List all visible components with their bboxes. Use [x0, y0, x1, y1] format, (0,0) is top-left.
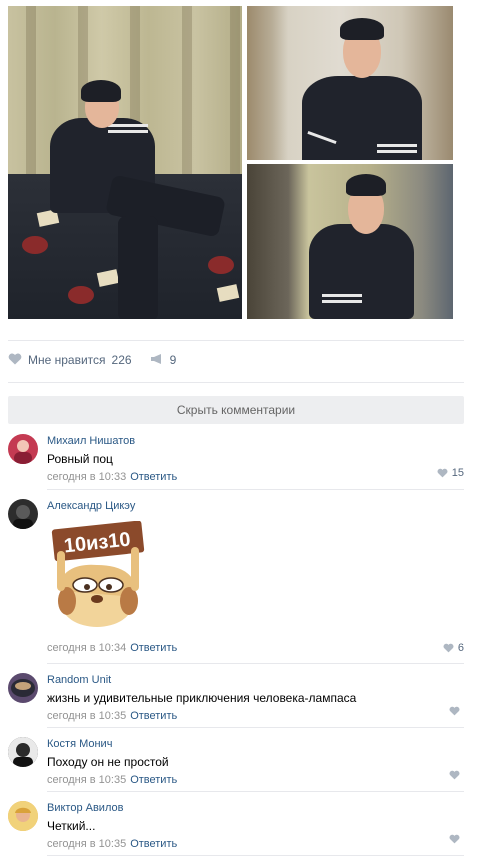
reply-button[interactable]: Ответить	[130, 838, 177, 850]
megaphone-icon	[150, 353, 164, 368]
comment-author[interactable]: Александр Цикэу	[47, 499, 464, 513]
comment-text: Четкий...	[47, 819, 96, 833]
avatar[interactable]	[8, 737, 38, 767]
heart-icon	[449, 834, 460, 844]
comment: Костя Монич Походу он не простой сегодня…	[8, 737, 464, 787]
comment-text: жизнь и удивительные приключения человек…	[47, 691, 357, 705]
comment-time[interactable]: сегодня в 10:35	[47, 838, 126, 850]
comment-like-button[interactable]	[449, 770, 464, 780]
post-photo-1[interactable]	[8, 6, 242, 319]
like-count: 226	[111, 353, 132, 367]
avatar[interactable]	[8, 499, 38, 529]
comment-like-button[interactable]: 6	[443, 642, 464, 654]
comment-like-button[interactable]	[449, 834, 464, 844]
comment-author[interactable]: Виктор Авилов	[47, 801, 464, 815]
comment-author[interactable]: Костя Монич	[47, 737, 464, 751]
repost-button[interactable]: 9	[150, 353, 177, 368]
like-button[interactable]: Мне нравится 226	[8, 353, 132, 368]
heart-icon	[8, 353, 22, 368]
heart-icon	[443, 643, 454, 653]
post-actions: Мне нравится 226 9	[8, 350, 176, 370]
avatar[interactable]	[8, 801, 38, 831]
sticker: 10из10	[47, 520, 149, 627]
comment-time[interactable]: сегодня в 10:34	[47, 642, 126, 654]
comment-like-button[interactable]	[449, 706, 464, 716]
avatar[interactable]	[8, 673, 38, 703]
reply-button[interactable]: Ответить	[130, 642, 177, 654]
reply-button[interactable]: Ответить	[130, 710, 177, 722]
comment-time[interactable]: сегодня в 10:33	[47, 471, 126, 483]
comment: Александр Цикэу 10из10 сегодня в 10:34 От…	[8, 499, 464, 659]
comment-time[interactable]: сегодня в 10:35	[47, 774, 126, 786]
comment-text: Походу он не простой	[47, 755, 169, 769]
repost-count: 9	[169, 353, 177, 367]
hide-comments-button[interactable]: Скрыть комментарии	[8, 396, 464, 424]
reply-button[interactable]: Ответить	[130, 774, 177, 786]
comment-time[interactable]: сегодня в 10:35	[47, 710, 126, 722]
comment-like-count: 15	[451, 467, 464, 479]
comment: Random Unit жизнь и удивительные приключ…	[8, 673, 464, 723]
like-label: Мне нравится	[28, 353, 106, 367]
comment-text: Ровный поц	[47, 452, 113, 466]
reply-button[interactable]: Ответить	[130, 471, 177, 483]
avatar[interactable]	[8, 434, 38, 464]
post-photo-2[interactable]	[247, 6, 453, 160]
comment: Виктор Авилов Четкий... сегодня в 10:35 О…	[8, 801, 464, 851]
comment-like-button[interactable]: 15	[437, 467, 464, 479]
comment: Михаил Нишатов Ровный поц сегодня в 10:3…	[8, 434, 464, 484]
heart-icon	[449, 770, 460, 780]
heart-icon	[437, 468, 448, 478]
comment-author[interactable]: Михаил Нишатов	[47, 434, 464, 448]
heart-icon	[449, 706, 460, 716]
post-photo-3[interactable]	[247, 164, 453, 319]
comment-author[interactable]: Random Unit	[47, 673, 464, 687]
comment-like-count: 6	[457, 642, 464, 654]
